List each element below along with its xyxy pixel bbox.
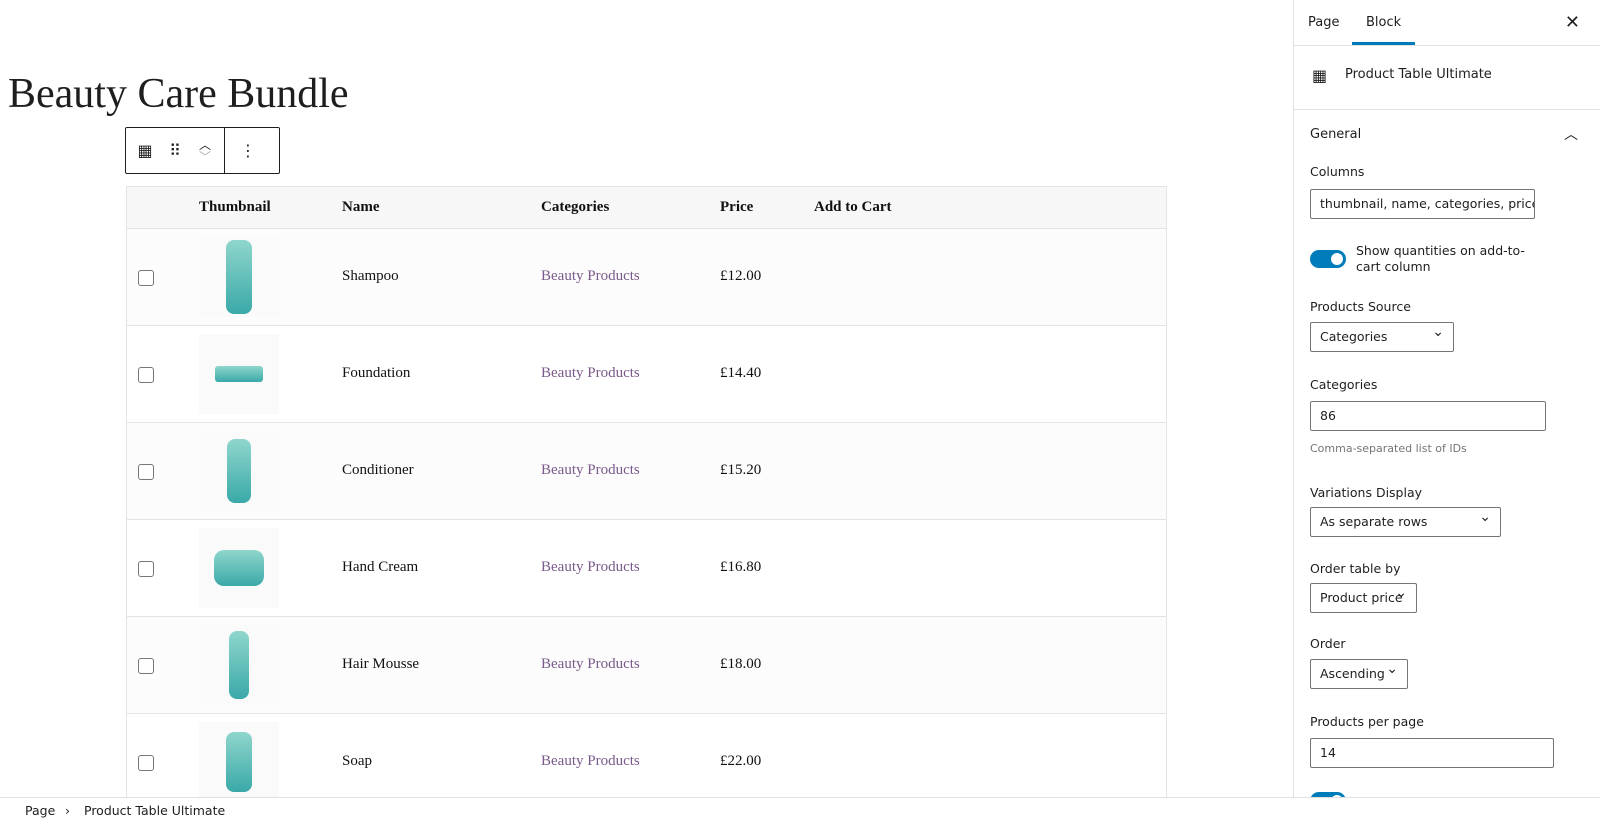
product-price: £22.00 <box>720 753 762 769</box>
header-thumbnail: Thumbnail <box>199 199 271 215</box>
table-row: Foundation Beauty Products £14.40 <box>127 326 1166 423</box>
block-toolbar: ▦ ⠿ ︿ ﹀ ⋮ <box>125 127 280 174</box>
table-row: Soap Beauty Products £22.00 <box>127 714 1166 797</box>
block-name: Product Table Ultimate <box>1345 67 1492 82</box>
move-down-icon[interactable]: ﹀ <box>199 151 211 163</box>
editor-canvas: Beauty Care Bundle ▦ ⠿ ︿ ﹀ ⋮ Thumbnail N… <box>0 0 1293 797</box>
product-image <box>226 240 252 314</box>
order-by-label: Order table by <box>1310 561 1401 576</box>
product-name[interactable]: Hair Mousse <box>342 656 419 673</box>
table-row: Hair Mousse Beauty Products £18.00 <box>127 617 1166 714</box>
move-up-icon[interactable]: ︿ <box>199 139 211 151</box>
row-checkbox[interactable] <box>138 561 154 577</box>
product-table: Thumbnail Name Categories Price Add to C… <box>126 186 1167 797</box>
table-header: Thumbnail Name Categories Price Add to C… <box>127 187 1166 229</box>
page-title[interactable]: Beauty Care Bundle <box>8 70 349 118</box>
categories-label: Categories <box>1310 377 1378 392</box>
breadcrumb-separator-icon: › <box>65 803 70 818</box>
product-name[interactable]: Shampoo <box>342 268 399 285</box>
row-checkbox[interactable] <box>138 755 154 771</box>
product-thumbnail[interactable] <box>199 528 279 608</box>
block-mover: ︿ ﹀ <box>192 133 218 169</box>
chevron-up-icon[interactable]: ︿ <box>1564 124 1578 144</box>
product-name[interactable]: Hand Cream <box>342 559 418 576</box>
order-by-select[interactable]: Product price <box>1310 583 1417 613</box>
product-name[interactable]: Foundation <box>342 365 410 382</box>
product-thumbnail[interactable] <box>199 334 279 414</box>
product-image <box>215 366 263 382</box>
variations-label: Variations Display <box>1310 485 1423 500</box>
row-checkbox[interactable] <box>138 270 154 286</box>
header-add-to-cart: Add to Cart <box>814 199 892 215</box>
breadcrumb: Page › Product Table Ultimate <box>0 797 1600 838</box>
variations-select[interactable]: As separate rows <box>1310 507 1501 537</box>
product-price: £12.00 <box>720 268 762 284</box>
breadcrumb-page[interactable]: Page <box>25 803 55 818</box>
table-row: Hand Cream Beauty Products £16.80 <box>127 520 1166 617</box>
tab-page[interactable]: Page <box>1308 15 1339 30</box>
product-thumbnail[interactable] <box>199 237 279 317</box>
product-category-link[interactable]: Beauty Products <box>541 753 640 770</box>
product-price: £15.20 <box>720 462 762 478</box>
columns-label: Columns <box>1310 164 1365 179</box>
product-image <box>227 439 251 503</box>
breadcrumb-block[interactable]: Product Table Ultimate <box>84 803 225 818</box>
header-name: Name <box>342 199 380 215</box>
more-options-icon[interactable]: ⋮ <box>231 133 265 169</box>
product-category-link[interactable]: Beauty Products <box>541 656 640 673</box>
products-per-page-label: Products per page <box>1310 714 1424 729</box>
product-name[interactable]: Conditioner <box>342 462 414 479</box>
columns-input[interactable]: thumbnail, name, categories, price, add-… <box>1310 189 1535 219</box>
row-checkbox[interactable] <box>138 464 154 480</box>
product-thumbnail[interactable] <box>199 722 279 797</box>
product-category-link[interactable]: Beauty Products <box>541 462 640 479</box>
table-icon: ▦ <box>1312 66 1328 85</box>
product-price: £16.80 <box>720 559 762 575</box>
order-label: Order <box>1310 636 1346 651</box>
product-name[interactable]: Soap <box>342 753 372 770</box>
product-thumbnail[interactable] <box>199 431 279 511</box>
row-checkbox[interactable] <box>138 658 154 674</box>
show-quantities-label: Show quantities on add-to-cart column <box>1356 243 1525 274</box>
products-source-select[interactable]: Categories <box>1310 322 1454 352</box>
product-price: £18.00 <box>720 656 762 672</box>
row-checkbox[interactable] <box>138 367 154 383</box>
product-image <box>226 732 252 792</box>
order-select[interactable]: Ascending <box>1310 659 1408 689</box>
settings-sidebar: Page Block ✕ ▦ Product Table Ultimate Ge… <box>1293 0 1600 797</box>
header-price: Price <box>720 199 754 215</box>
header-categories: Categories <box>541 199 610 215</box>
drag-handle-icon[interactable]: ⠿ <box>162 133 188 169</box>
product-category-link[interactable]: Beauty Products <box>541 559 640 576</box>
close-icon[interactable]: ✕ <box>1565 12 1580 33</box>
product-thumbnail[interactable] <box>199 625 279 705</box>
categories-input[interactable]: 86 <box>1310 401 1546 431</box>
product-price: £14.40 <box>720 365 762 381</box>
products-per-page-input[interactable]: 14 <box>1310 738 1554 768</box>
product-category-link[interactable]: Beauty Products <box>541 268 640 285</box>
product-image <box>229 631 249 699</box>
show-quantities-toggle[interactable] <box>1310 250 1346 268</box>
panel-general-toggle[interactable]: General <box>1310 127 1361 142</box>
table-row: Shampoo Beauty Products £12.00 <box>127 229 1166 326</box>
table-row: Conditioner Beauty Products £15.20 <box>127 423 1166 520</box>
products-source-label: Products Source <box>1310 299 1411 314</box>
tab-block[interactable]: Block <box>1351 15 1416 45</box>
table-icon[interactable]: ▦ <box>132 133 158 169</box>
categories-help: Comma-separated list of IDs <box>1310 442 1467 455</box>
product-category-link[interactable]: Beauty Products <box>541 365 640 382</box>
product-image <box>214 550 264 586</box>
